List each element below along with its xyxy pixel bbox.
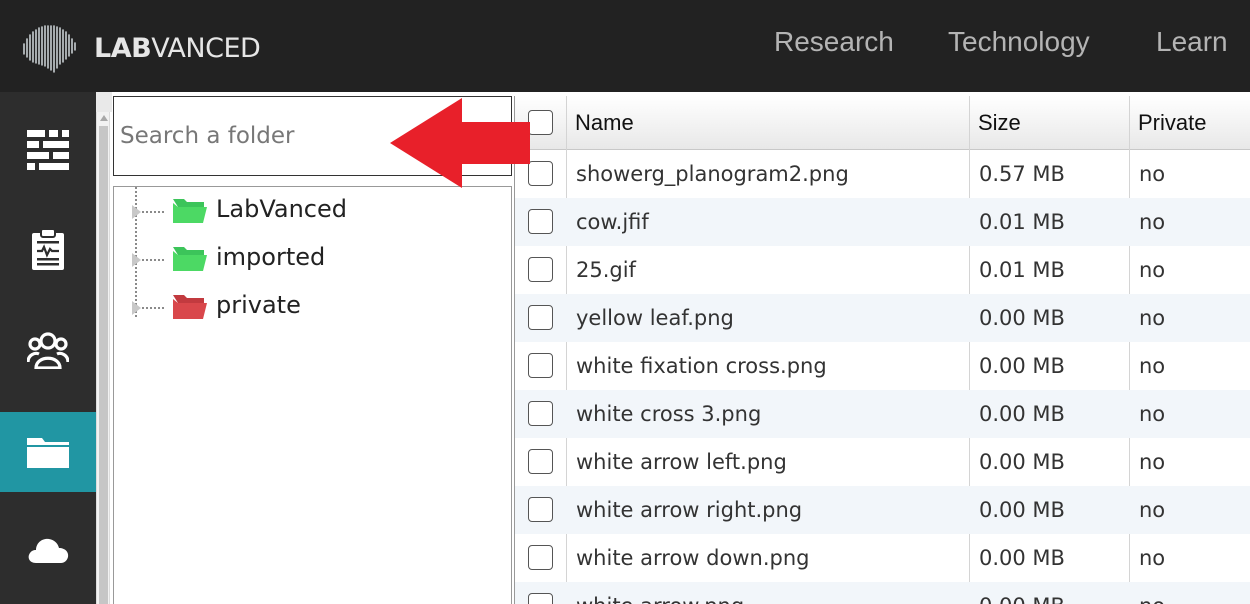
folder-open-icon <box>173 295 207 319</box>
row-checkbox[interactable] <box>528 449 553 474</box>
table-row[interactable]: white arrow left.png 0.00 MB no <box>515 438 1250 486</box>
row-checkbox[interactable] <box>528 497 553 522</box>
column-header-size[interactable]: Size <box>969 96 1129 150</box>
expand-arrow-icon[interactable] <box>132 301 141 315</box>
row-checkbox[interactable] <box>528 353 553 378</box>
file-name-cell: white arrow right.png <box>576 498 803 522</box>
file-size-cell: 0.00 MB <box>979 450 1065 474</box>
annotation-arrow-icon <box>390 98 530 188</box>
file-name-cell: cow.jfif <box>576 210 649 234</box>
panel-gutter <box>96 92 112 112</box>
row-checkbox[interactable] <box>528 593 553 604</box>
file-name-cell: 25.gif <box>576 258 636 282</box>
top-navbar: LABVANCED Research Technology Learn <box>0 0 1250 92</box>
file-private-cell: no <box>1139 162 1166 186</box>
tree-item-label: LabVanced <box>216 195 347 223</box>
tree-connector <box>142 259 164 261</box>
brand-name[interactable]: LABVANCED <box>94 33 261 64</box>
table-row[interactable]: 25.gif 0.01 MB no <box>515 246 1250 294</box>
folder-panel-scrollbar[interactable] <box>96 112 110 604</box>
row-checkbox[interactable] <box>528 305 553 330</box>
labvanced-logo-icon[interactable] <box>22 24 78 74</box>
table-row[interactable]: white arrow right.png 0.00 MB no <box>515 486 1250 534</box>
file-name-cell: white arrow down.png <box>576 546 810 570</box>
brand-name-bold: LAB <box>94 33 152 64</box>
expand-arrow-icon[interactable] <box>132 253 141 267</box>
file-private-cell: no <box>1139 354 1166 378</box>
tree-item-imported[interactable]: imported <box>114 239 494 279</box>
table-header: Name Size Private <box>515 96 1250 150</box>
tree-item-labvanced[interactable]: LabVanced <box>114 191 494 231</box>
row-checkbox[interactable] <box>528 545 553 570</box>
file-name-cell: white arrow left.png <box>576 450 787 474</box>
scroll-up-icon[interactable] <box>100 115 108 121</box>
file-name-cell: yellow leaf.png <box>576 306 734 330</box>
file-private-cell: no <box>1139 210 1166 234</box>
sidebar-item-participants[interactable] <box>0 310 96 390</box>
table-row[interactable]: white arrow down.png 0.00 MB no <box>515 534 1250 582</box>
cloud-icon <box>28 538 69 563</box>
row-checkbox[interactable] <box>528 257 553 282</box>
file-size-cell: 0.57 MB <box>979 162 1065 186</box>
folder-open-icon <box>173 199 207 223</box>
file-private-cell: no <box>1139 546 1166 570</box>
nav-learn[interactable]: Learn <box>1156 26 1228 58</box>
brand-name-rest: VANCED <box>151 33 261 64</box>
row-checkbox[interactable] <box>528 401 553 426</box>
file-size-cell: 0.01 MB <box>979 258 1065 282</box>
row-checkbox[interactable] <box>528 209 553 234</box>
nav-technology[interactable]: Technology <box>948 26 1090 58</box>
file-private-cell: no <box>1129 582 1250 604</box>
file-private-cell: no <box>1139 306 1166 330</box>
folder-open-icon <box>173 247 207 271</box>
sidebar-item-tasks[interactable] <box>0 210 96 290</box>
sidebar-item-files[interactable] <box>0 412 96 492</box>
table-row[interactable]: yellow leaf.png 0.00 MB no <box>515 294 1250 342</box>
tree-item-private[interactable]: private <box>114 287 494 327</box>
file-private-cell: no <box>1139 450 1166 474</box>
file-size-cell: 0.01 MB <box>979 210 1065 234</box>
users-icon <box>27 332 69 369</box>
column-header-name[interactable]: Name <box>566 96 969 150</box>
file-name-cell: white fixation cross.png <box>576 354 827 378</box>
sidebar-item-cloud[interactable] <box>0 510 96 590</box>
tree-item-label: imported <box>216 243 326 271</box>
layout-grid-icon <box>27 130 69 170</box>
file-table: Name Size Private showerg_planogram2.png… <box>514 96 1250 604</box>
folder-tree: LabVanced imported private <box>113 186 512 604</box>
row-checkbox[interactable] <box>528 161 553 186</box>
folder-icon <box>27 438 69 468</box>
nav-research[interactable]: Research <box>774 26 894 58</box>
table-row[interactable]: showerg_planogram2.png 0.57 MB no <box>515 150 1250 198</box>
tree-connector <box>142 307 164 309</box>
tree-item-label: private <box>216 291 301 319</box>
sidebar-item-studies[interactable] <box>0 110 96 190</box>
file-size-cell: 0.00 MB <box>979 306 1065 330</box>
file-name-cell: white arrow.png <box>566 582 969 604</box>
table-row[interactable]: white arrow.png0.00 MBno <box>515 582 1250 604</box>
file-size-cell: 0.00 MB <box>969 582 1129 604</box>
file-name-cell: white cross 3.png <box>576 402 762 426</box>
scrollbar-thumb[interactable] <box>99 126 108 604</box>
column-header-private[interactable]: Private <box>1129 96 1250 150</box>
file-size-cell: 0.00 MB <box>979 546 1065 570</box>
file-size-cell: 0.00 MB <box>979 402 1065 426</box>
file-private-cell: no <box>1139 258 1166 282</box>
file-name-cell: showerg_planogram2.png <box>576 162 849 186</box>
tree-connector <box>142 211 164 213</box>
select-all-checkbox[interactable] <box>528 110 553 135</box>
file-private-cell: no <box>1139 498 1166 522</box>
clipboard-icon <box>32 229 64 270</box>
table-row[interactable]: white fixation cross.png 0.00 MB no <box>515 342 1250 390</box>
file-size-cell: 0.00 MB <box>979 354 1065 378</box>
table-row[interactable]: cow.jfif 0.01 MB no <box>515 198 1250 246</box>
icon-sidebar <box>0 92 96 604</box>
table-row[interactable]: white cross 3.png 0.00 MB no <box>515 390 1250 438</box>
expand-arrow-icon[interactable] <box>132 205 141 219</box>
file-private-cell: no <box>1139 402 1166 426</box>
file-size-cell: 0.00 MB <box>979 498 1065 522</box>
